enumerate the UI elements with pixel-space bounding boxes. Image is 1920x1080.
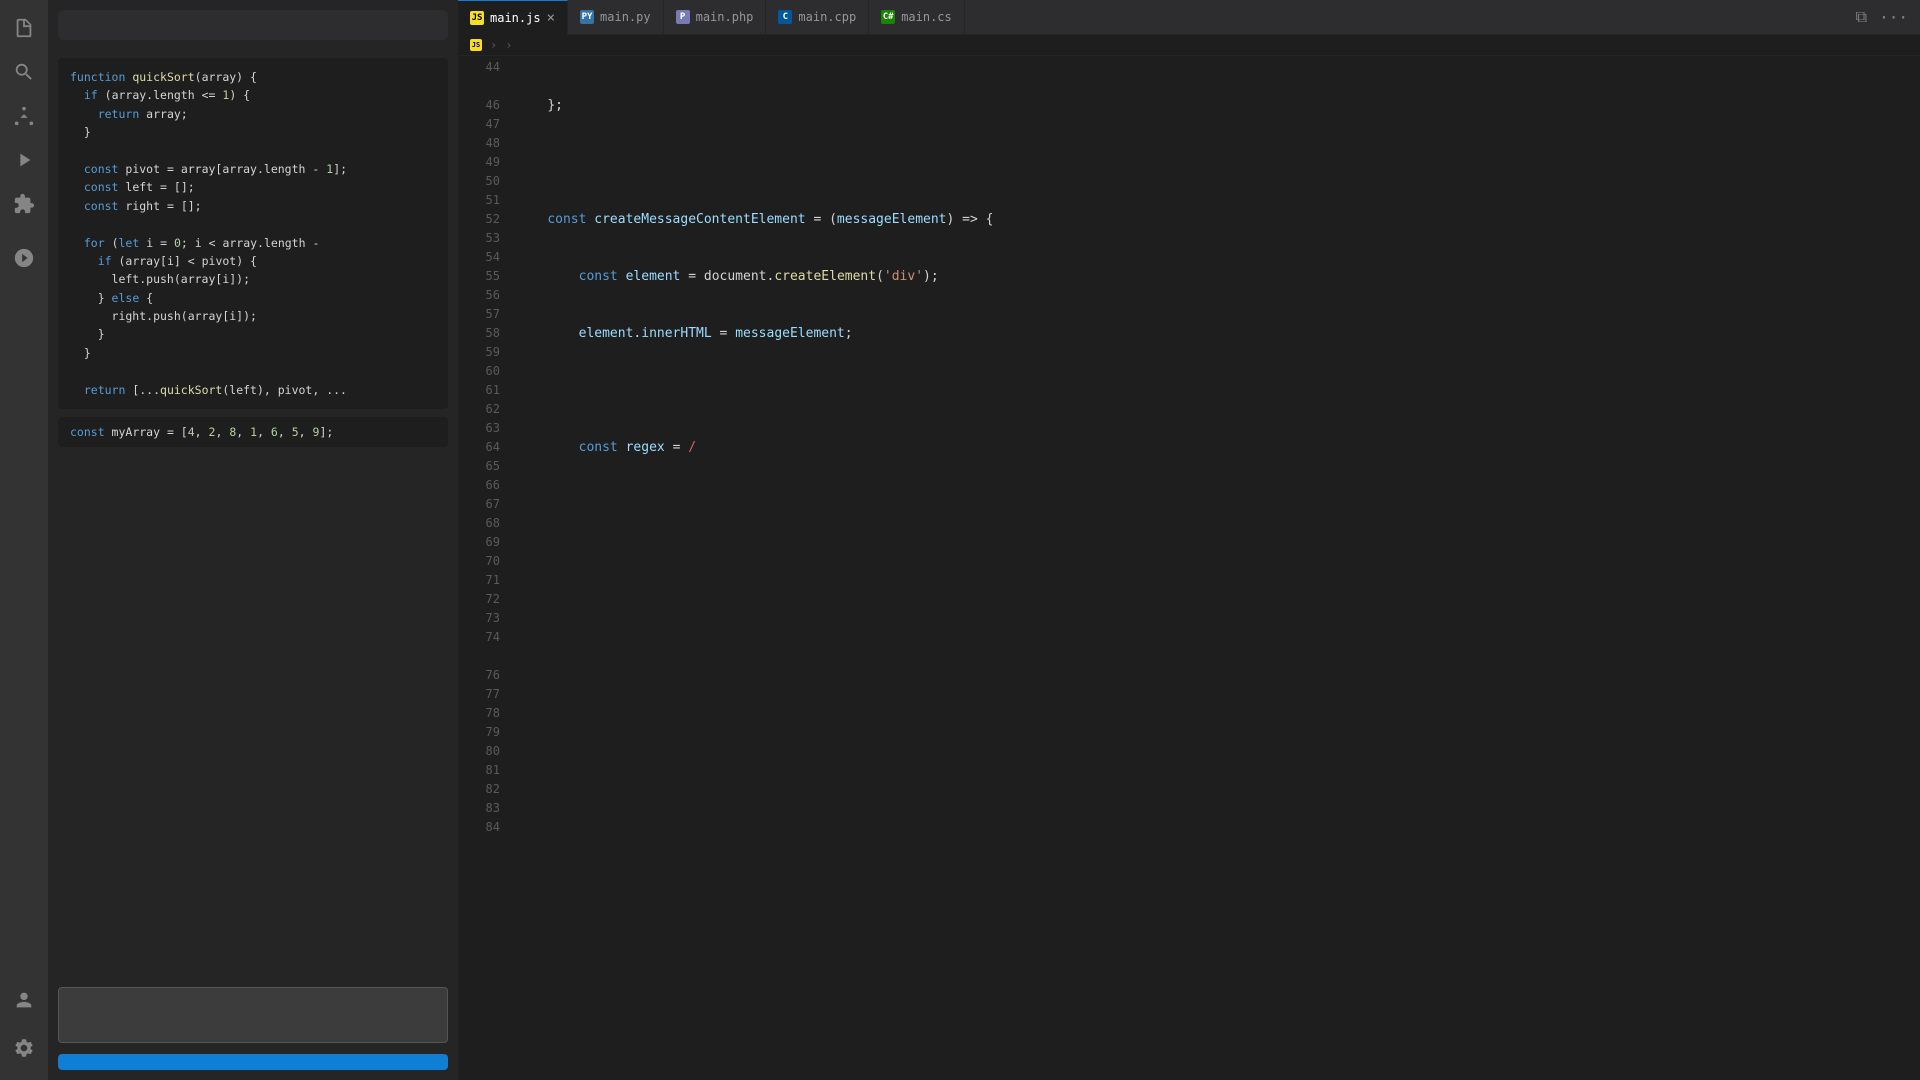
editor-area: JS main.js × PY main.py P main.php C mai… — [458, 0, 1920, 1080]
source-control-icon[interactable] — [4, 96, 44, 136]
chat-panel: function quickSort(array) { if (array.le… — [48, 0, 458, 1080]
extensions-icon[interactable] — [4, 184, 44, 224]
breadcrumb: JS › › — [458, 35, 1920, 56]
files-icon[interactable] — [4, 8, 44, 48]
manage-icon[interactable] — [4, 1028, 44, 1068]
tabs-actions: ⧉ ··· — [1852, 5, 1920, 29]
editor-content: 44 46 47 48 49 50 51 52 53 54 55 56 57 5… — [458, 56, 1920, 1080]
tab-main-js[interactable]: JS main.js × — [458, 0, 568, 35]
tab-label-main-js: main.js — [490, 11, 541, 25]
user-message — [58, 10, 448, 40]
search-icon[interactable] — [4, 52, 44, 92]
line-numbers: 44 46 47 48 49 50 51 52 53 54 55 56 57 5… — [458, 56, 508, 1080]
code-block-quicksort: function quickSort(array) { if (array.le… — [58, 58, 448, 409]
py-file-icon: PY — [580, 10, 594, 24]
tab-main-cs[interactable]: C# main.cs — [869, 0, 965, 35]
tab-close-main-js[interactable]: × — [547, 11, 555, 25]
main-container: function quickSort(array) { if (array.le… — [48, 0, 1920, 1080]
copilot-icon[interactable] — [4, 238, 44, 278]
cs-file-icon: C# — [881, 10, 895, 24]
tab-main-py[interactable]: PY main.py — [568, 0, 664, 35]
activity-bar — [0, 0, 48, 1080]
tabs-bar: JS main.js × PY main.py P main.php C mai… — [458, 0, 1920, 35]
more-actions-button[interactable]: ··· — [1875, 6, 1912, 29]
account-icon[interactable] — [4, 980, 44, 1020]
tab-label-main-php: main.php — [696, 10, 754, 24]
activity-bar-bottom — [4, 980, 44, 1072]
tab-main-php[interactable]: P main.php — [664, 0, 767, 35]
cpp-file-icon: C — [778, 10, 792, 24]
code-editor[interactable]: }; const createMessageContentElement = (… — [508, 56, 1920, 1080]
split-editor-button[interactable]: ⧉ — [1852, 5, 1871, 29]
breadcrumb-file-icon: JS — [470, 39, 482, 51]
js-file-icon: JS — [470, 11, 484, 25]
php-file-icon: P — [676, 10, 690, 24]
prompt-input[interactable] — [58, 987, 448, 1043]
code-inline-example: const myArray = [4, 2, 8, 1, 6, 5, 9]; — [58, 417, 448, 447]
tab-label-main-cpp: main.cpp — [798, 10, 856, 24]
run-debug-icon[interactable] — [4, 140, 44, 180]
assistant-section: function quickSort(array) { if (array.le… — [58, 50, 448, 455]
prompt-area — [58, 977, 448, 1070]
tab-label-main-py: main.py — [600, 10, 651, 24]
tab-label-main-cs: main.cs — [901, 10, 952, 24]
generate-button[interactable] — [58, 1054, 448, 1070]
tab-main-cpp[interactable]: C main.cpp — [766, 0, 869, 35]
